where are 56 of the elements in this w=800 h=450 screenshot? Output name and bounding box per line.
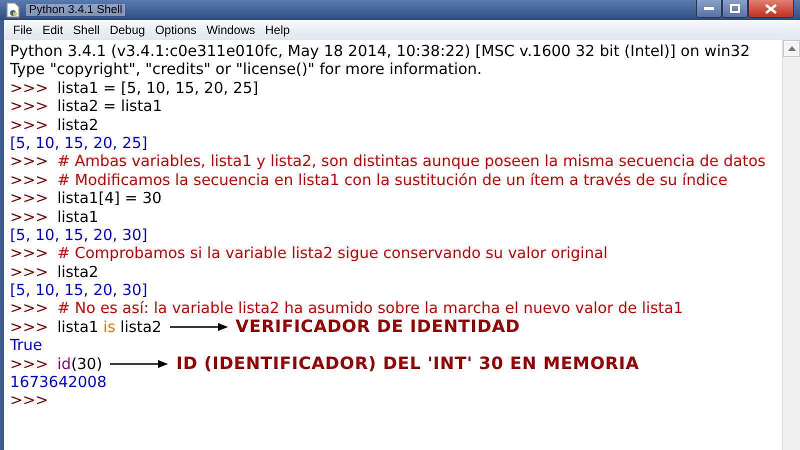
scrollbar[interactable] — [782, 40, 800, 450]
code-text: lista1 — [57, 208, 98, 226]
prompt: >>> — [10, 262, 48, 282]
code-text: lista1 — [57, 318, 100, 336]
prompt: >>> — [10, 318, 48, 336]
prompt: >>> — [10, 78, 48, 98]
prompt: >>> — [10, 299, 48, 318]
code-text: lista2 — [57, 262, 98, 282]
code-text: lista2 — [57, 116, 98, 134]
output-text: True — [10, 336, 42, 355]
code-text: lista1 = [5, 10, 15, 20, 25] — [57, 78, 258, 98]
output-text: [5, 10, 15, 20, 30] — [10, 226, 148, 244]
menu-item[interactable]: Debug — [104, 23, 150, 37]
prompt: >>> — [10, 208, 48, 226]
prompt: >>> — [10, 116, 48, 134]
banner-text: Type "copyright", "credits" or "license()" for more information. — [10, 60, 482, 79]
comment-text: # Comprobamos si la variable lista2 sigue conservando su valor original — [57, 244, 608, 263]
menu-item[interactable]: Options — [150, 23, 202, 37]
window-title: Python 3.4.1 Shell — [26, 4, 126, 16]
annotation-label: VERIFICADOR DE IDENTIDAD — [236, 318, 520, 336]
minimize-icon — [704, 6, 714, 10]
output-text: [5, 10, 15, 20, 30] — [10, 281, 148, 300]
builtin-name: id — [57, 354, 72, 374]
minimize-button[interactable] — [696, 0, 722, 18]
close-button[interactable] — [748, 0, 794, 18]
prompt: >>> — [10, 354, 48, 374]
prompt: >>> — [10, 152, 48, 171]
comment-text: # Ambas variables, lista1 y lista2, son distintas aunque poseen la misma secuencia de datos — [57, 152, 766, 171]
up-arrow-icon — [788, 46, 796, 51]
menu-item[interactable]: File — [8, 23, 38, 37]
keyword: is — [103, 318, 116, 336]
menu-item[interactable]: Edit — [37, 23, 68, 37]
comment-text: # Modificamos la secuencia en lista1 con la sustitución de un ítem a través de su índice — [57, 170, 728, 190]
code-text: lista2 = lista1 — [57, 97, 162, 116]
prompt: >>> — [10, 170, 48, 190]
prompt: >>> — [10, 189, 48, 208]
maximize-button[interactable] — [722, 0, 748, 18]
menu-item[interactable]: Windows — [201, 23, 260, 37]
annotation-label: ID (IDENTIFICADOR) DEL 'INT' 30 EN MEMORIA — [176, 354, 640, 374]
arrow — [170, 323, 228, 332]
code-text: lista2 — [119, 318, 162, 336]
comment-text: # No es así: la variable lista2 ha asumido sobre la marcha el nuevo valor de lista1 — [57, 299, 684, 318]
menu-item[interactable]: Shell — [68, 23, 105, 37]
close-icon — [765, 4, 777, 14]
banner-text: Python 3.4.1 (v3.4.1:c0e311e010fc, May 18 2014, 10:38:22) [MSC v.1600 32 bit (Intel)] on win32 — [10, 42, 750, 60]
scroll-up-button[interactable] — [783, 40, 800, 57]
prompt: >>> — [10, 244, 48, 263]
code-text: lista1[4] = 30 — [57, 189, 162, 208]
code-text: (30) — [71, 354, 102, 374]
maximize-icon — [730, 4, 740, 13]
arrow — [110, 360, 168, 368]
menu-item[interactable]: Help — [260, 23, 295, 37]
prompt: >>> — [10, 97, 48, 116]
prompt: >>> — [10, 391, 48, 410]
output-text: [5, 10, 15, 20, 25] — [10, 134, 148, 152]
output-text: 1673642008 — [10, 373, 107, 392]
